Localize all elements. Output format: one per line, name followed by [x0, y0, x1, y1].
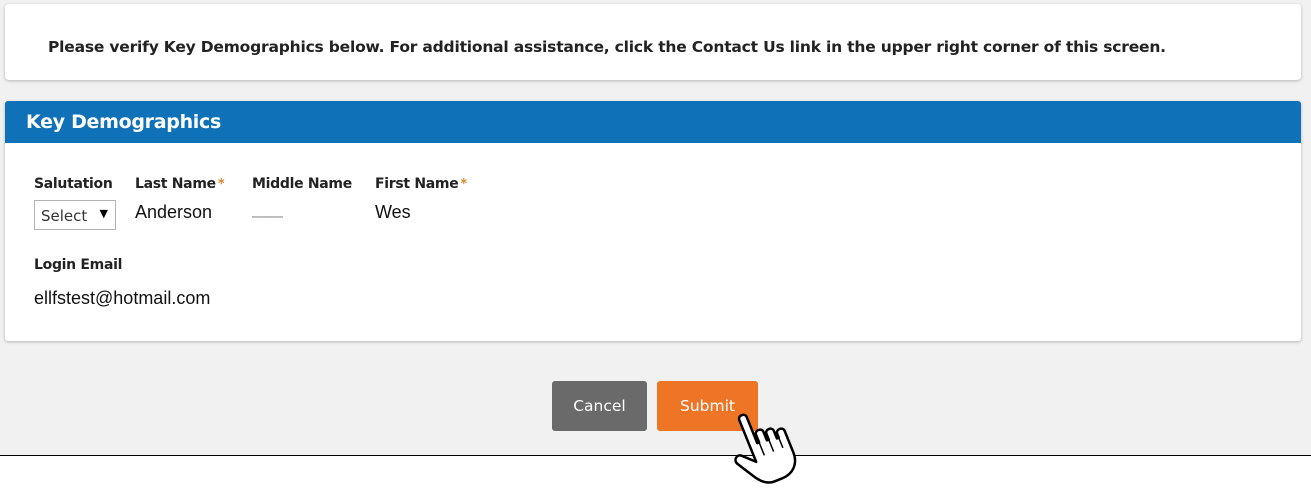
section-title: Key Demographics — [26, 111, 221, 133]
first-name-value: Wes — [375, 202, 411, 222]
key-demographics-panel: Key Demographics Salutation Select ▼ Las… — [5, 101, 1301, 341]
chevron-down-icon: ▼ — [99, 207, 108, 220]
last-name-label: Last Name * — [135, 176, 225, 192]
last-name-label-text: Last Name — [135, 176, 216, 192]
first-name-label: First Name * — [375, 176, 467, 192]
required-star-icon: * — [460, 177, 467, 192]
login-email-label: Login Email — [34, 257, 123, 273]
cancel-button[interactable]: Cancel — [552, 381, 647, 431]
notice-text: Please verify Key Demographics below. Fo… — [48, 38, 1166, 56]
first-name-label-text: First Name — [375, 176, 459, 192]
section-header: Key Demographics — [5, 101, 1301, 143]
salutation-label: Salutation — [34, 176, 113, 192]
required-star-icon: * — [217, 177, 225, 192]
notice-panel: Please verify Key Demographics below. Fo… — [5, 4, 1301, 80]
last-name-value: Anderson — [135, 202, 213, 222]
middle-name-label: Middle Name — [252, 176, 352, 192]
hand-pointer-icon — [734, 413, 797, 484]
salutation-select[interactable]: Select ▼ — [34, 200, 116, 230]
middle-name-value: —— — [252, 208, 283, 225]
login-email-value: ellfstest@hotmail.com — [34, 288, 211, 308]
salutation-select-value: Select — [41, 207, 88, 225]
page-footer-area — [0, 455, 1311, 499]
